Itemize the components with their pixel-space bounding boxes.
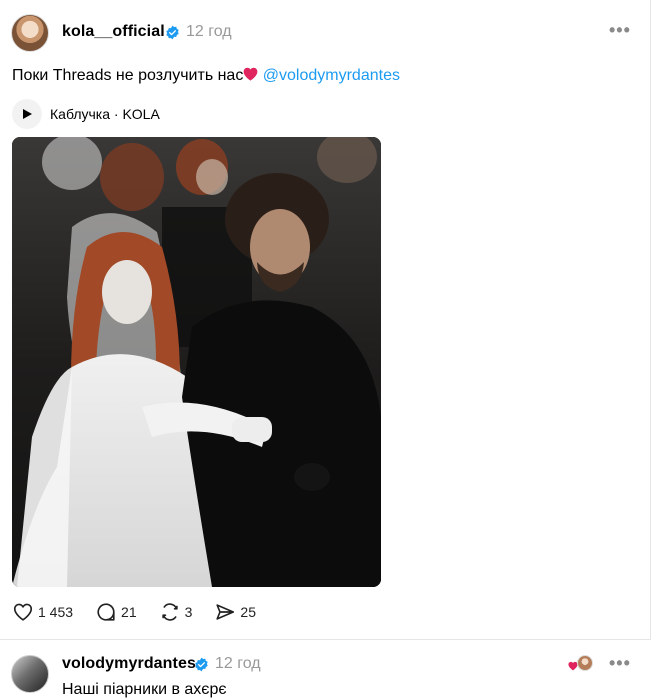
like-count: 1 453 (38, 604, 74, 620)
red-heart-icon (243, 67, 258, 81)
comment-count: 21 (121, 604, 137, 620)
comment-icon (97, 603, 115, 621)
repost-count: 3 (184, 604, 193, 620)
photo-illustration (12, 137, 381, 587)
share-button[interactable]: 25 (214, 601, 256, 623)
more-options-icon[interactable]: ••• (609, 20, 631, 41)
post-caption: Поки Threads не розлучить нас (12, 67, 244, 84)
reply-text: Наші піарники в ахєрє (62, 681, 227, 698)
play-button[interactable] (12, 99, 42, 129)
reply-username[interactable]: volodymyrdantes (62, 655, 196, 673)
play-icon (23, 109, 32, 119)
music-attachment[interactable]: Каблучка · KOLA (12, 99, 160, 129)
verified-badge-icon (166, 25, 179, 40)
share-count: 25 (240, 604, 256, 620)
post-photo[interactable] (12, 137, 381, 587)
reply-timestamp: 12 год (215, 655, 261, 672)
reply-more-options-icon[interactable]: ••• (609, 653, 631, 674)
heart-icon (13, 603, 33, 621)
verified-badge-icon (195, 657, 208, 672)
post-timestamp: 12 год (186, 23, 232, 40)
music-track-label: Каблучка · KOLA (50, 106, 160, 122)
repost-button[interactable]: 3 (159, 601, 193, 623)
thread-post: kola__official 12 год ••• Поки Threads н… (0, 0, 651, 640)
avatar[interactable] (11, 14, 49, 52)
divider (0, 639, 651, 640)
post-actions: 1 453 21 3 25 (12, 601, 278, 623)
mention-link[interactable]: @volodymyrdantes (263, 67, 400, 84)
send-icon (216, 604, 235, 620)
like-button[interactable]: 1 453 (12, 601, 73, 623)
reply-avatar[interactable] (11, 655, 49, 693)
repost-icon (161, 603, 178, 621)
comment-button[interactable]: 21 (95, 601, 137, 623)
post-text: Поки Threads не розлучить нас @volodymyr… (12, 67, 400, 85)
liked-by-author-avatar (577, 655, 593, 671)
post-username[interactable]: kola__official (62, 23, 165, 41)
